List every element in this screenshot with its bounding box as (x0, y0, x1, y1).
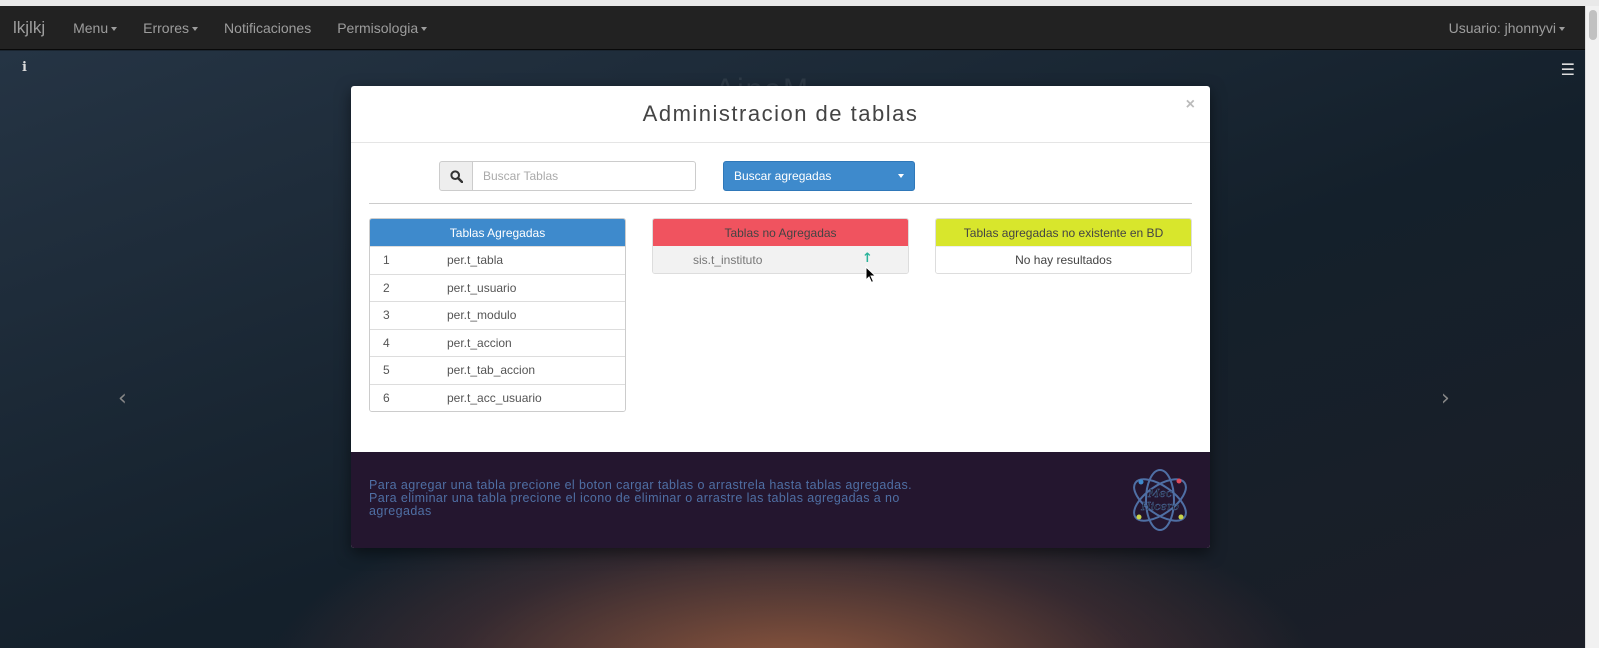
mouse-pointer-icon (865, 266, 877, 284)
panel-not-added-header: Tablas no Agregadas (653, 219, 908, 246)
search-input[interactable] (473, 161, 696, 191)
carousel-prev-icon[interactable]: ‹ (118, 386, 127, 411)
table-admin-modal: Administracion de tablas × Buscar agrega… (351, 86, 1210, 548)
row-table-name: per.t_tabla (447, 253, 504, 268)
panel-added-tables: Tablas Agregadas 1 per.t_tabla 2 per.t_usu… (369, 218, 626, 412)
row-table-name: per.t_modulo (447, 308, 517, 323)
table-row[interactable]: 5 per.t_tab_accion (370, 356, 625, 384)
svg-text:Mec: Mec (1147, 487, 1172, 500)
caret-down-icon (1559, 26, 1565, 31)
close-icon[interactable]: × (1186, 96, 1195, 114)
row-table-name: per.t_tab_accion (447, 363, 536, 378)
arrow-up-icon[interactable]: ↑ (862, 251, 873, 266)
modal-title: Administracion de tablas (642, 101, 919, 126)
row-table-name: sis.t_instituto (693, 252, 763, 267)
divider (369, 203, 1192, 204)
nav-item-notificaciones-label: Notificaciones (224, 19, 312, 36)
row-number: 4 (383, 335, 390, 350)
table-row[interactable]: 3 per.t_modulo (370, 301, 625, 329)
caret-down-icon (421, 26, 428, 31)
row-number: 1 (383, 253, 390, 268)
table-row[interactable]: 2 per.t_usuario (370, 273, 625, 301)
panel-missing-tables: Tablas agregadas no existente en BD No h… (935, 218, 1192, 274)
modal-header: Administracion de tablas × (351, 86, 1210, 143)
search-icon[interactable] (439, 161, 473, 191)
caret-down-icon (111, 26, 118, 31)
nav-item-menu-label: Menu (73, 19, 109, 36)
carousel-next-icon[interactable]: › (1441, 386, 1450, 411)
row-table-name: per.t_usuario (447, 280, 517, 295)
scrollbar-thumb[interactable] (1589, 10, 1597, 40)
nav-item-menu[interactable]: Menu (60, 20, 130, 36)
modal-footer: Para agregar una tabla precione el boton… (351, 452, 1210, 548)
dropdown-label: Buscar agregadas (734, 169, 832, 183)
navbar-brand[interactable]: lkjlkj (0, 18, 60, 38)
table-row[interactable]: 6 per.t_acc_usuario (370, 383, 625, 411)
top-navbar: lkjlkj Menu Errores Notificaciones Permi… (0, 6, 1585, 50)
search-group (439, 161, 696, 191)
caret-down-icon (898, 174, 904, 178)
nav-item-errores[interactable]: Errores (130, 20, 211, 36)
info-icon[interactable]: i (22, 60, 27, 75)
user-menu-label: Usuario: jhonnyvi (1448, 19, 1556, 36)
user-menu[interactable]: Usuario: jhonnyvi (1436, 20, 1585, 36)
brand-logo-icon: Mec Hicero (1133, 469, 1187, 531)
nav-item-errores-label: Errores (143, 19, 190, 36)
row-table-name: per.t_acc_usuario (447, 390, 542, 405)
empty-state: No hay resultados (936, 246, 1191, 273)
panel-added-header: Tablas Agregadas (370, 219, 625, 246)
row-table-name: per.t_accion (447, 335, 512, 350)
row-number: 2 (383, 280, 390, 295)
svg-text:Hicero: Hicero (1140, 500, 1179, 513)
nav-item-permisologia[interactable]: Permisologia (324, 20, 440, 36)
nav-item-notificaciones[interactable]: Notificaciones (211, 20, 324, 36)
hamburger-menu-icon[interactable]: ☰ (1561, 60, 1575, 79)
table-row[interactable]: 4 per.t_accion (370, 328, 625, 356)
panel-missing-header: Tablas agregadas no existente en BD (936, 219, 1191, 246)
footer-help-text: Para agregar una tabla precione el boton… (369, 478, 912, 518)
page-scrollbar[interactable] (1585, 6, 1599, 648)
row-number: 6 (383, 390, 390, 405)
search-filter-dropdown[interactable]: Buscar agregadas (723, 161, 915, 191)
row-number: 3 (383, 308, 390, 323)
table-row[interactable]: 1 per.t_tabla (370, 246, 625, 274)
row-number: 5 (383, 363, 390, 378)
caret-down-icon (192, 26, 199, 31)
nav-item-permisologia-label: Permisologia (337, 19, 419, 36)
